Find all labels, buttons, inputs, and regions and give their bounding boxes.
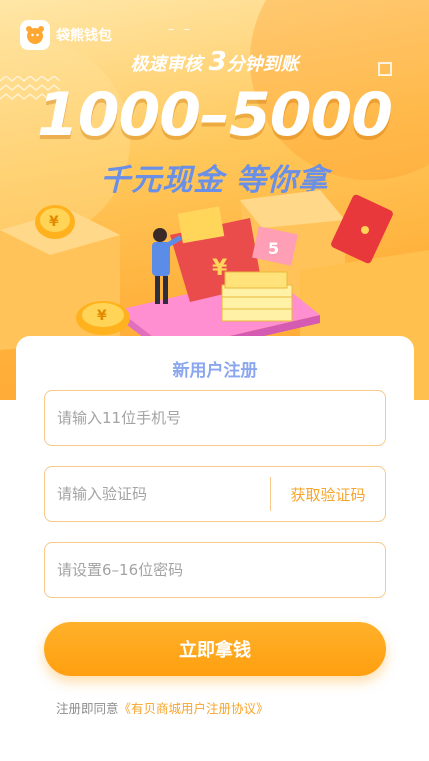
agreement-link[interactable]: 《有贝商城用户注册协议》 xyxy=(119,701,269,716)
agreement-prefix: 注册即同意 xyxy=(56,701,119,716)
password-input[interactable] xyxy=(57,543,367,597)
decor-dashes: – – xyxy=(168,22,193,36)
get-code-button[interactable]: 获取验证码 xyxy=(270,477,385,511)
agreement-text: 注册即同意《有贝商城用户注册协议》 xyxy=(56,698,269,717)
get-money-button[interactable]: 立即拿钱 xyxy=(44,622,386,676)
slogan-part-b: 分钟到账 xyxy=(226,54,299,75)
phone-field xyxy=(44,390,386,446)
phone-input[interactable] xyxy=(57,391,367,445)
coin-icon: ¥ xyxy=(76,301,130,335)
coin-icon: ¥ xyxy=(35,205,75,239)
code-field: 获取验证码 xyxy=(44,466,386,522)
slogan-number: 3 xyxy=(208,47,227,77)
loan-amount-range: 1000–5000 xyxy=(37,80,393,150)
slogan-part-a: 极速审核 xyxy=(130,54,203,75)
verification-code-input[interactable] xyxy=(57,467,257,521)
cash-stack-icon xyxy=(221,271,293,322)
coin-yen-label: ¥ xyxy=(49,214,59,230)
hero-slogan: 极速审核 3分钟到账 xyxy=(0,47,429,77)
bill-mark-label: 5 xyxy=(268,239,279,258)
app-name: 袋熊钱包 xyxy=(56,28,112,44)
register-card: 新用户注册 获取验证码 立即拿钱 注册即同意《有贝商城用户注册协议》 xyxy=(16,336,414,761)
password-field xyxy=(44,542,386,598)
coin-yen-label: ¥ xyxy=(97,308,107,324)
person-icon xyxy=(152,228,183,304)
app-logo: 袋熊钱包 xyxy=(20,20,112,50)
wombat-logo-icon xyxy=(20,20,50,50)
register-title: 新用户注册 xyxy=(172,361,258,381)
